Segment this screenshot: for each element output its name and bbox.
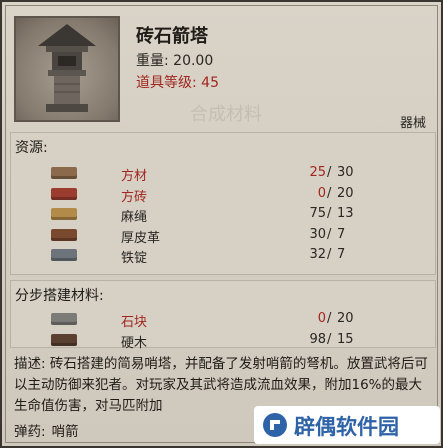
material-separator: / [327,247,332,262]
lumber-icon [51,167,77,179]
item-name: 砖石箭塔 [136,26,208,47]
material-name: 方材 [121,169,148,184]
item-tooltip-panel: 砖石箭塔 重量: 20.00 道具等级: 45 合成材料 器械 资源: 方材 25… [0,0,443,448]
item-weight: 重量: 20.00 [136,53,214,69]
build-materials-section: 分步搭建材料: 石块 0/ 20 硬木 98/ 15 [10,280,437,351]
material-have: 30 [309,226,326,242]
ammo-label: 弹药: [14,424,46,440]
material-row: 硬木 98/ 15 [11,330,437,351]
material-row: 铁锭 32/ 7 [11,245,437,266]
material-separator: / [327,331,332,347]
brick-icon [51,187,77,200]
material-have: 32 [309,247,326,262]
item-category: 器械 [399,116,426,131]
material-name: 厚皮革 [121,230,161,246]
material-have: 0 [317,311,326,326]
material-row: 麻绳 75/ 13 [11,204,437,225]
resources-section: 资源: 方材 25/30 方砖 0/20 麻绳 75/13 厚皮革 30/7 铁锭 32/7 [10,132,436,275]
material-need: 20 [337,185,354,201]
material-name: 麻绳 [121,210,148,225]
material-need: 20 [337,311,354,326]
material-name: 硬木 [121,335,148,351]
material-row: 方砖 0/ 20 [11,184,437,205]
material-need: 7 [337,247,346,262]
material-row: 厚皮革 30/ 7 [11,225,437,246]
material-need: 15 [337,331,354,347]
watermark-badge: 辟偶软件园 [254,406,440,444]
material-name: 石块 [121,315,148,330]
material-row: 方材 25/ 30 [11,163,437,184]
ammo-line: 弹药: 哨箭 [14,420,79,440]
material-have: 98 [309,331,326,347]
ammo-value: 哨箭 [51,424,79,440]
arrow-tower-icon [14,16,120,122]
material-have: 75 [309,206,326,221]
material-need: 13 [337,206,354,221]
site-logo-icon [263,413,287,437]
material-name: 方砖 [121,189,148,205]
material-row: 石块 0/ 20 [11,309,437,330]
material-need: 30 [337,165,354,180]
item-header: 砖石箭塔 重量: 20.00 道具等级: 45 合成材料 器械 [8,8,438,131]
build-materials-title: 分步搭建材料: [15,288,104,304]
material-need: 7 [337,226,346,242]
rope-icon [51,208,77,220]
leather-icon [51,228,77,241]
background-watermark: 合成材料 [190,104,262,125]
material-have: 0 [317,185,326,201]
watermark-text: 辟偶软件园 [294,415,399,439]
material-separator: / [327,185,332,201]
item-level: 道具等级: 45 [136,75,219,91]
hardwood-icon [51,333,77,346]
material-name: 铁锭 [121,251,148,266]
material-separator: / [327,165,332,180]
material-have: 25 [309,165,326,180]
stone-block-icon [51,313,77,325]
material-separator: / [327,311,332,326]
resources-title: 资源: [15,140,48,156]
material-separator: / [327,226,332,242]
ingot-icon [51,249,77,261]
material-separator: / [327,206,332,221]
